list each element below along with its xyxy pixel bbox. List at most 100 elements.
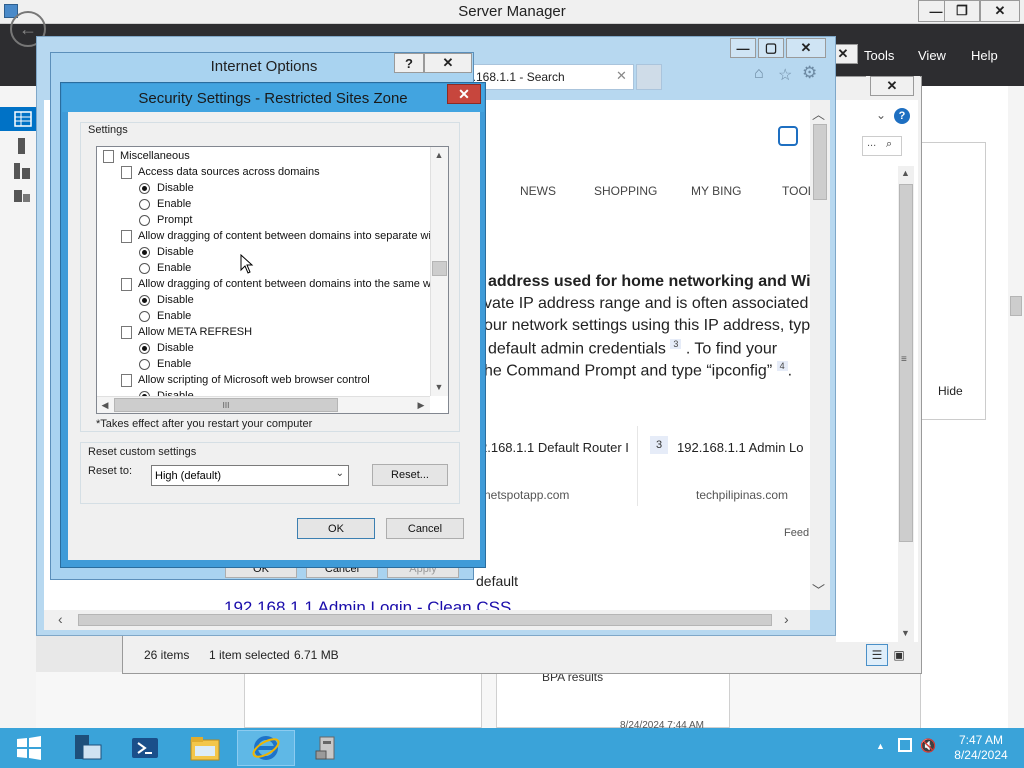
settings-tree-vscroll[interactable]: ▲ ▼	[430, 147, 448, 396]
taskbar-internet-explorer[interactable]	[237, 730, 295, 766]
tree-scroll-down-icon[interactable]: ▼	[431, 379, 447, 395]
ie-minimize-button[interactable]: —	[730, 38, 756, 58]
radio-checked-icon[interactable]	[139, 246, 150, 258]
io-close-button[interactable]: ✕	[424, 53, 472, 73]
sidebar-item-local-server[interactable]	[14, 138, 30, 154]
volume-muted-icon[interactable]: 🔇	[920, 738, 936, 754]
taskbar-file-explorer[interactable]	[176, 730, 234, 766]
sidebar-item-dashboard[interactable]	[0, 107, 36, 131]
scroll-up-arrow[interactable]: ▲	[901, 168, 910, 178]
tab-close-icon[interactable]: ✕	[616, 68, 627, 84]
reset-button[interactable]: Reset...	[372, 464, 448, 486]
ie-scroll-down-icon[interactable]: ﹀	[812, 580, 825, 599]
radio-checked-icon[interactable]	[139, 294, 150, 306]
radio-option[interactable]: Disable	[139, 244, 194, 260]
settings-gear-icon[interactable]: ⚙	[802, 63, 817, 83]
reset-to-select[interactable]: High (default) ⌄	[151, 465, 349, 486]
sidebar-item-file-services[interactable]	[14, 188, 30, 204]
radio-unchecked-icon[interactable]	[139, 358, 150, 370]
hide-button[interactable]: Hide	[938, 384, 963, 398]
settings-label: Settings	[88, 124, 128, 136]
result-card-num[interactable]: 3	[650, 436, 668, 454]
bing-nav-shopping[interactable]: SHOPPING	[594, 184, 657, 198]
network-icon[interactable]	[898, 738, 912, 752]
radio-option[interactable]: Enable	[139, 308, 191, 324]
restart-note: *Takes effect after you restart your com…	[96, 418, 313, 430]
search-icon[interactable]: ⌕	[886, 138, 892, 151]
explorer-close-button[interactable]: ✕	[870, 76, 914, 96]
new-tab-button[interactable]	[636, 64, 662, 90]
radio-option[interactable]: Enable	[139, 356, 191, 372]
radio-option[interactable]: Disable	[139, 180, 194, 196]
lower-result-link[interactable]: 192.168.1.1 Admin Login - Clean CSS	[224, 598, 511, 610]
file-services-icon	[14, 190, 30, 202]
tree-scroll-up-icon[interactable]: ▲	[431, 147, 447, 163]
taskbar-powershell[interactable]	[116, 730, 174, 766]
radio-checked-icon[interactable]	[139, 342, 150, 354]
large-icons-view-icon[interactable]: ▣	[890, 646, 908, 664]
start-button[interactable]	[0, 730, 58, 766]
radio-unchecked-icon[interactable]	[139, 262, 150, 274]
radio-option[interactable]: Enable	[139, 196, 191, 212]
help-icon[interactable]: ?	[894, 108, 910, 124]
feedback-link[interactable]: Feed	[784, 527, 809, 539]
ss-cancel-button[interactable]: Cancel	[386, 518, 464, 539]
menu-help[interactable]: Help	[971, 48, 998, 63]
favorites-star-icon[interactable]: ☆	[778, 65, 792, 85]
show-hidden-icons[interactable]: ▲	[876, 741, 885, 751]
settings-tree[interactable]: Miscellaneous Access data sources across …	[96, 146, 449, 414]
tree-scroll-right-icon[interactable]: ▶	[413, 397, 429, 413]
reset-to-value: High (default)	[155, 469, 222, 482]
ie-scroll-up-icon[interactable]: ︿	[812, 104, 825, 123]
page-icon	[103, 149, 114, 163]
radio-option[interactable]: Disable	[139, 292, 194, 308]
citation-3[interactable]: 3	[670, 339, 682, 349]
maximize-button[interactable]: ❐	[944, 0, 980, 22]
radio-unchecked-icon[interactable]	[139, 310, 150, 322]
result-card-2-title[interactable]: 192.168.1.1 Admin Lo	[677, 440, 813, 455]
radio-checked-icon[interactable]	[139, 182, 150, 194]
visual-search-icon[interactable]	[778, 126, 798, 146]
tree-vscroll-thumb[interactable]	[432, 261, 447, 276]
sidebar-item-all-servers[interactable]	[14, 163, 30, 179]
tree-row-label: Disable	[157, 342, 194, 354]
tree-row-label: Prompt	[157, 214, 193, 226]
radio-unchecked-icon[interactable]	[139, 214, 150, 226]
taskbar-server-manager[interactable]	[58, 730, 116, 766]
home-icon[interactable]: ⌂	[754, 65, 764, 83]
radio-option[interactable]: Enable	[139, 260, 191, 276]
taskbar-tools[interactable]	[298, 730, 356, 766]
bing-nav-news[interactable]: NEWS	[520, 184, 556, 198]
radio-option[interactable]: Disable	[139, 340, 194, 356]
ie-hscroll-thumb[interactable]	[78, 614, 772, 626]
chevron-down-icon[interactable]: ⌄	[876, 108, 886, 122]
settings-tree-hscroll[interactable]: ◀ III ▶	[97, 396, 430, 413]
tree-row-label: Disable	[157, 182, 194, 194]
ie-scroll-right-icon[interactable]: ›	[784, 611, 789, 627]
citation-4[interactable]: 4	[776, 361, 788, 371]
menu-view[interactable]: View	[918, 48, 946, 63]
io-help-button[interactable]: ?	[394, 53, 424, 73]
ie-close-button[interactable]: ✕	[786, 38, 826, 58]
tree-hscroll-thumb[interactable]: III	[114, 398, 338, 412]
ss-close-button[interactable]: ✕	[447, 84, 481, 104]
radio-option[interactable]: Prompt	[139, 212, 192, 228]
tree-scroll-left-icon[interactable]: ◀	[97, 397, 113, 413]
right-scrollbar[interactable]	[1008, 86, 1024, 728]
ie-scroll-left-icon[interactable]: ‹	[58, 611, 63, 627]
details-view-icon[interactable]: ☰	[866, 644, 888, 666]
ie-vscroll-thumb[interactable]	[813, 124, 827, 200]
bing-nav-my-bing[interactable]: MY BING	[691, 184, 741, 198]
radio-unchecked-icon[interactable]	[139, 198, 150, 210]
ss-ok-button[interactable]: OK	[297, 518, 375, 539]
right-pane-card	[920, 142, 986, 420]
scroll-down-arrow[interactable]: ▼	[901, 628, 910, 638]
menu-tools[interactable]: Tools	[864, 48, 894, 63]
chevron-down-icon[interactable]: ⌄	[336, 468, 344, 479]
result-card-1-title[interactable]: 2.168.1.1 Default Router I	[480, 440, 636, 455]
close-button[interactable]: ✕	[980, 0, 1020, 22]
right-scrollbar-thumb[interactable]	[1010, 296, 1022, 316]
taskbar-clock[interactable]: 7:47 AM 8/24/2024	[946, 733, 1016, 763]
search-input[interactable]: ...	[862, 136, 902, 156]
ie-maximize-button[interactable]: ▢	[758, 38, 784, 58]
